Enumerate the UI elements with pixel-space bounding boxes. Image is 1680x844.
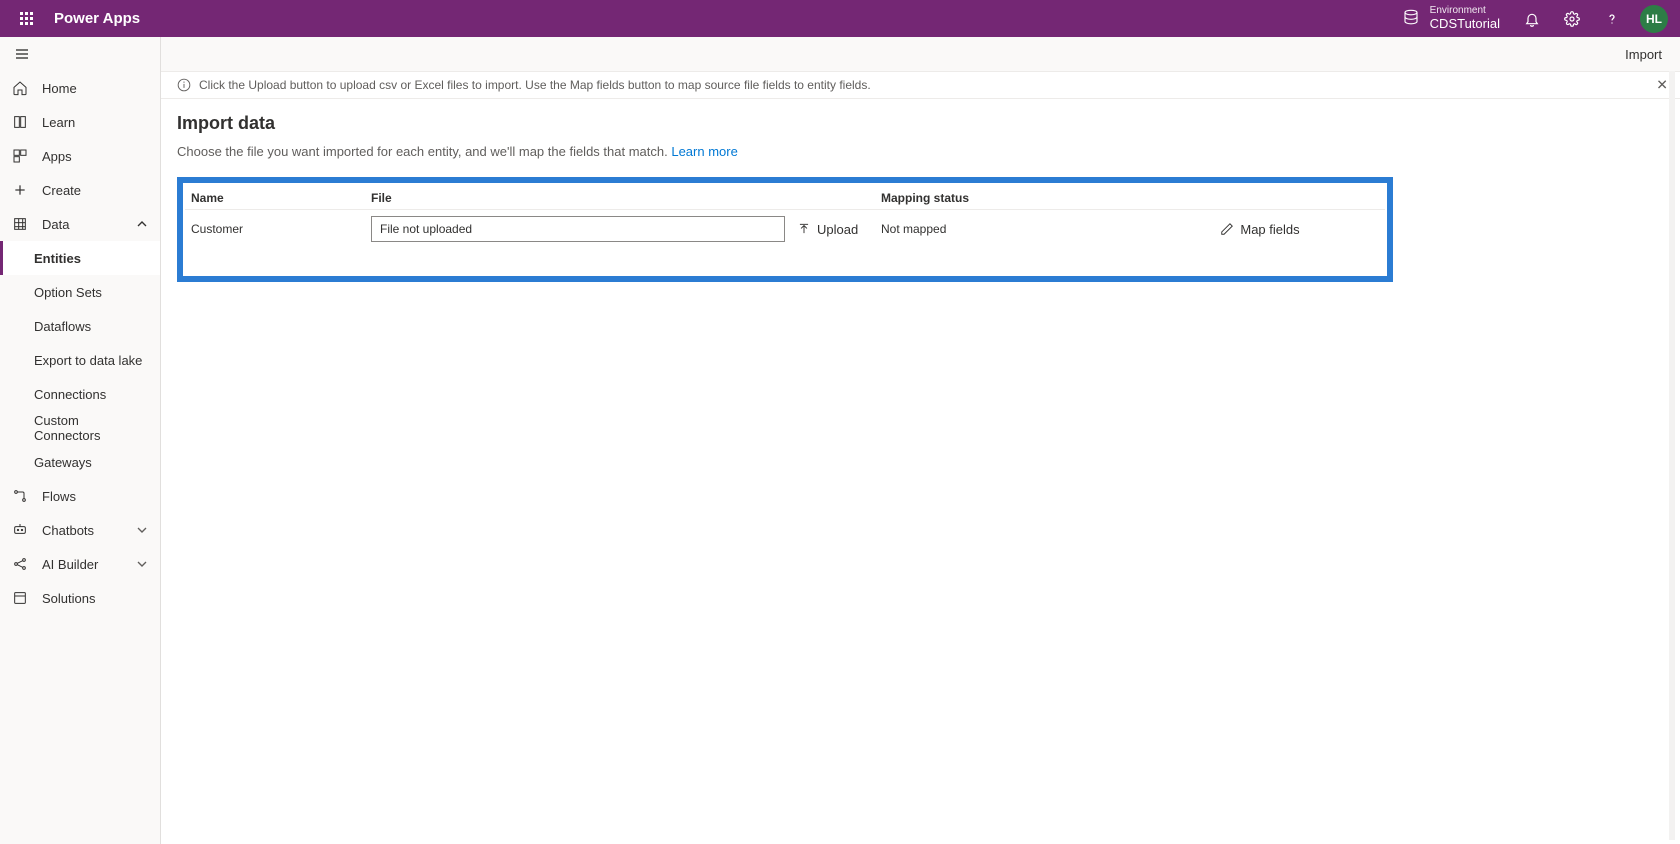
sidebar-item-flows[interactable]: Flows [0,479,160,513]
upload-button[interactable]: Upload [797,222,869,237]
notifications-icon[interactable] [1512,1,1552,37]
file-placeholder: File not uploaded [380,222,472,236]
file-input[interactable]: File not uploaded [371,216,785,242]
map-fields-button[interactable]: Map fields [1220,222,1299,237]
sidebar-item-custom-connectors[interactable]: Custom Connectors [0,411,160,445]
sidebar: Home Learn Apps Create Data Entities Opt… [0,37,161,844]
info-bar: Click the Upload button to upload csv or… [161,71,1680,99]
settings-icon[interactable] [1552,1,1592,37]
sidebar-item-apps[interactable]: Apps [0,139,160,173]
page-title: Import data [177,113,1664,134]
sidebar-item-label: Apps [42,149,72,164]
import-button[interactable]: Import [1625,47,1662,62]
sidebar-item-label: Entities [34,251,81,266]
sidebar-item-connections[interactable]: Connections [0,377,160,411]
entity-name-cell: Customer [185,210,365,249]
avatar[interactable]: HL [1640,5,1668,33]
sidebar-item-solutions[interactable]: Solutions [0,581,160,615]
environment-icon [1402,8,1420,29]
mapping-status: Not mapped [875,210,1135,249]
sidebar-item-option-sets[interactable]: Option Sets [0,275,160,309]
chevron-down-icon [134,522,150,538]
col-header-status: Mapping status [875,187,1135,210]
sidebar-item-label: Home [42,81,77,96]
command-bar: Import [161,37,1680,71]
map-fields-label: Map fields [1240,222,1299,237]
sidebar-item-gateways[interactable]: Gateways [0,445,160,479]
sidebar-item-label: Option Sets [34,285,102,300]
learn-more-link[interactable]: Learn more [671,144,737,159]
col-header-name: Name [185,187,365,210]
sidebar-item-label: Flows [42,489,76,504]
sidebar-item-dataflows[interactable]: Dataflows [0,309,160,343]
entities-table: Name File Mapping status Customer [185,187,1385,248]
table-row: Customer File not uploaded Upload [185,210,1385,249]
sidebar-item-label: Connections [34,387,106,402]
sidebar-item-label: Create [42,183,81,198]
col-header-file: File [365,187,791,210]
sidebar-item-label: Custom Connectors [34,413,148,443]
sidebar-item-chatbots[interactable]: Chatbots [0,513,160,547]
top-bar: Power Apps Environment CDSTutorial HL [0,0,1680,37]
help-icon[interactable] [1592,1,1632,37]
sidebar-item-label: Solutions [42,591,95,606]
page-description: Choose the file you want imported for ea… [177,144,1664,159]
vertical-scrollbar[interactable] [1666,71,1678,840]
sidebar-item-label: Data [42,217,69,232]
info-icon [177,78,191,92]
sidebar-item-learn[interactable]: Learn [0,105,160,139]
environment-picker[interactable]: Environment CDSTutorial [1390,0,1512,37]
hamburger-icon[interactable] [0,37,160,71]
edit-icon [1220,222,1234,236]
upload-icon [797,222,811,236]
chevron-down-icon [134,556,150,572]
info-text: Click the Upload button to upload csv or… [199,78,871,92]
highlighted-import-table: Name File Mapping status Customer [177,177,1393,282]
sidebar-item-label: Export to data lake [34,353,142,368]
sidebar-item-ai-builder[interactable]: AI Builder [0,547,160,581]
content-area: Import Click the Upload button to upload… [161,37,1680,844]
page: Import data Choose the file you want imp… [161,99,1680,844]
sidebar-item-label: Chatbots [42,523,94,538]
sidebar-item-data[interactable]: Data [0,207,160,241]
sidebar-item-label: Gateways [34,455,92,470]
upload-label: Upload [817,222,858,237]
sidebar-item-create[interactable]: Create [0,173,160,207]
sidebar-item-home[interactable]: Home [0,71,160,105]
brand-title: Power Apps [54,10,140,27]
environment-name: CDSTutorial [1430,17,1500,32]
sidebar-item-label: Learn [42,115,75,130]
chevron-up-icon [134,216,150,232]
sidebar-item-entities[interactable]: Entities [0,241,160,275]
environment-label: Environment [1430,5,1500,17]
app-launcher-icon[interactable] [8,1,44,37]
sidebar-item-label: AI Builder [42,557,98,572]
sidebar-item-export-lake[interactable]: Export to data lake [0,343,160,377]
sidebar-item-label: Dataflows [34,319,91,334]
